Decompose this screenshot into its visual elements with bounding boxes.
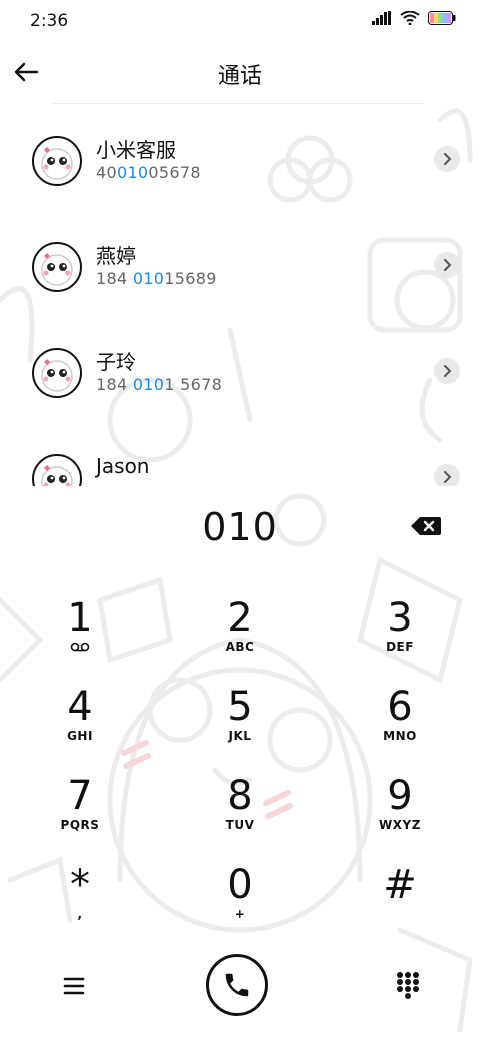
cartoon-face-icon (41, 465, 73, 486)
status-icons (372, 11, 456, 25)
cartoon-face-icon (41, 359, 73, 392)
key-4[interactable]: 4 GHI (20, 685, 140, 765)
key-2[interactable]: 2 ABC (180, 596, 300, 676)
contact-number: 184 01015689 (96, 269, 217, 288)
contact-detail-button[interactable] (434, 358, 460, 384)
keypad-icon (397, 972, 419, 999)
cartoon-face-icon (41, 253, 73, 286)
key-0[interactable]: 0 + (180, 863, 300, 943)
key-1[interactable]: 1 (20, 596, 140, 676)
status-bar: 2:36 (0, 0, 480, 40)
contact-avatar (32, 242, 82, 292)
contact-name: 子玲 (96, 350, 136, 374)
contact-detail-button[interactable] (434, 146, 460, 172)
cartoon-face-icon (41, 147, 73, 180)
page-title: 通话 (217, 64, 262, 89)
key-9[interactable]: 9 WXYZ (340, 774, 460, 854)
contact-name: Jason (96, 454, 150, 478)
contact-row[interactable]: Jason (0, 422, 480, 486)
battery-icon (428, 11, 456, 25)
contact-avatar (32, 136, 82, 186)
chevron-right-icon (444, 471, 452, 483)
contact-avatar (32, 348, 82, 398)
call-button[interactable] (206, 954, 268, 1016)
contact-list[interactable]: 小米客服 4001005678 燕婷 184 01015689 子玲 184 0… (0, 104, 480, 486)
key-6[interactable]: 6 MNO (340, 685, 460, 765)
key-7[interactable]: 7 PQRS (20, 774, 140, 854)
menu-icon (63, 977, 85, 995)
signal-icon (372, 11, 391, 25)
contact-detail-button[interactable] (434, 464, 460, 486)
status-time: 2:36 (30, 11, 69, 31)
menu-button[interactable] (60, 972, 88, 1000)
keypad-toggle-button[interactable] (394, 970, 422, 1002)
contact-name: 小米客服 (96, 138, 176, 162)
backspace-icon (411, 517, 441, 535)
contact-avatar (32, 454, 82, 486)
contact-row[interactable]: 燕婷 184 01015689 (0, 210, 480, 316)
key-5[interactable]: 5 JKL (180, 685, 300, 765)
chevron-right-icon (444, 153, 452, 165)
key-hash[interactable]: # (340, 863, 460, 943)
dialed-number-display[interactable]: 010 (0, 505, 480, 549)
bottom-action-bar (0, 950, 480, 1026)
contact-name: 燕婷 (96, 244, 136, 268)
key-8[interactable]: 8 TUV (180, 774, 300, 854)
key-star[interactable]: * , (20, 863, 140, 943)
header: 通话 (0, 48, 480, 96)
contact-number: 184 0101 5678 (96, 375, 223, 394)
voicemail-icon (70, 642, 90, 652)
contact-detail-button[interactable] (434, 252, 460, 278)
delete-button[interactable] (410, 514, 442, 538)
chevron-right-icon (444, 365, 452, 377)
contact-number: 4001005678 (96, 163, 201, 182)
contact-row[interactable]: 小米客服 4001005678 (0, 104, 480, 210)
phone-icon (225, 973, 249, 997)
contact-row[interactable]: 子玲 184 0101 5678 (0, 316, 480, 422)
chevron-right-icon (444, 259, 452, 271)
key-3[interactable]: 3 DEF (340, 596, 460, 676)
wifi-icon (400, 11, 420, 25)
